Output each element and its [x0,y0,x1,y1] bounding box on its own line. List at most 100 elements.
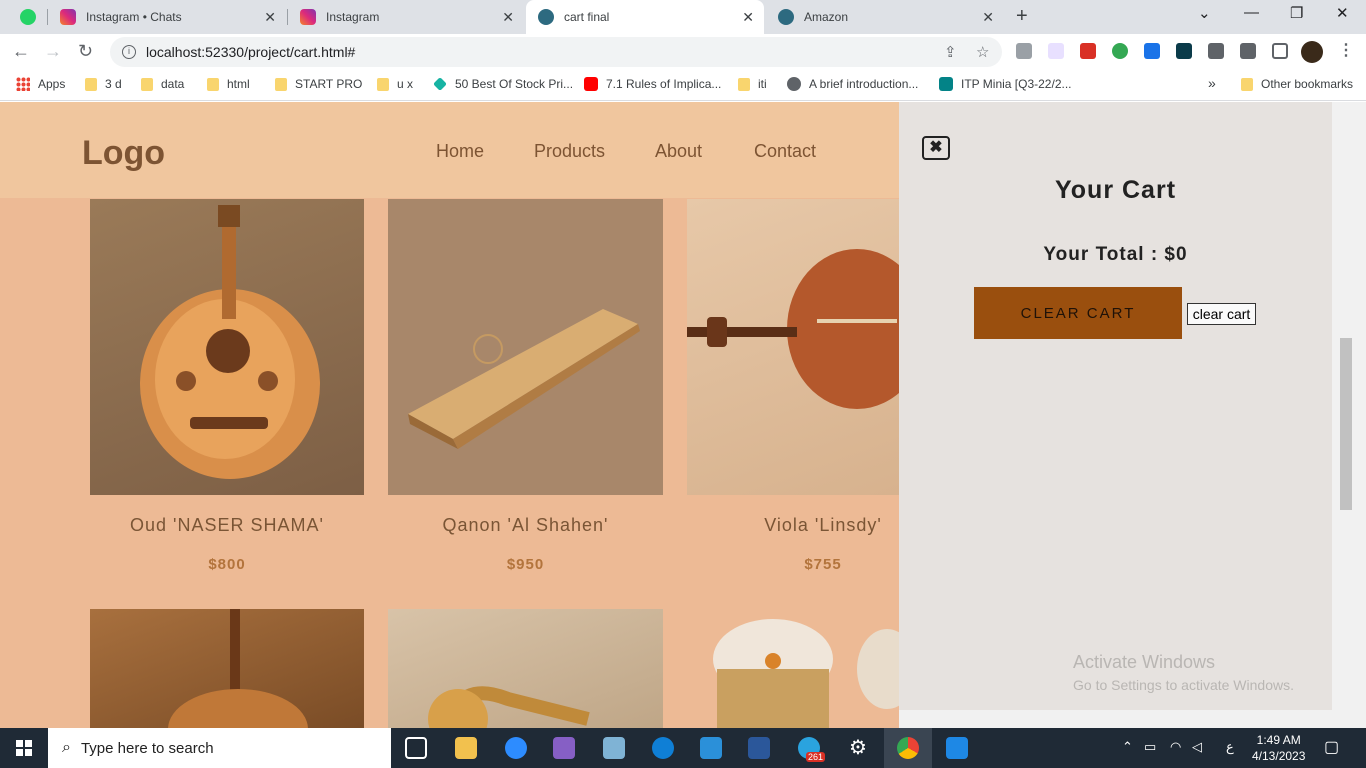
whatsapp-icon [20,9,36,25]
close-icon[interactable]: ✕ [982,9,994,26]
back-arrow-icon[interactable]: ← [12,41,30,62]
settings-gear-icon[interactable]: ⚙ [847,737,869,759]
bookmark-itp-minia[interactable]: ITP Minia [Q3-22/2... [939,77,1072,91]
dark-extension-icon[interactable] [1176,43,1192,59]
tab-title: cart final [564,10,610,24]
bookmark-data[interactable]: data [141,77,184,91]
bookmark-stock-prices[interactable]: 50 Best Of Stock Pri... [433,77,573,91]
visual-studio-icon[interactable] [553,737,575,759]
tab-search-chevron-icon[interactable]: ⌄ [1198,4,1211,22]
bookmark-iti[interactable]: iti [738,77,767,91]
windows-start-icon[interactable] [16,740,32,756]
clear-cart-button[interactable]: CLEAR CART [974,287,1182,339]
product-image-qanon[interactable] [388,199,663,495]
notifications-icon[interactable]: ▢ [1324,737,1339,757]
reload-icon[interactable]: ↻ [78,41,93,62]
tab-instagram[interactable]: Instagram ✕ [288,0,524,34]
vertical-scrollbar[interactable] [1332,102,1366,728]
info-icon[interactable]: i [122,45,136,59]
new-tab-icon[interactable]: + [1016,5,1028,28]
bookmark-ux[interactable]: u x [377,77,413,91]
product-image-trumpet[interactable] [388,609,663,728]
activate-windows-watermark: Activate Windows [1073,652,1216,672]
bookmark-brief-intro[interactable]: A brief introduction... [787,77,918,91]
wifi-icon[interactable]: ◠ [1170,739,1181,755]
bookmark-other[interactable]: Other bookmarks [1241,77,1353,91]
clock[interactable]: 1:49 AM 4/13/2023 [1252,732,1305,764]
avatar[interactable] [1301,41,1323,63]
horizontal-scrollbar[interactable] [899,710,1332,728]
clock-date: 4/13/2023 [1252,749,1306,763]
bookmark-apps[interactable]: Apps [16,77,65,91]
product-title: Oud 'NASER SHAMA' [130,515,324,535]
tab-cart-final[interactable]: cart final ✕ [526,0,764,34]
battery-icon[interactable]: ▭ [1144,739,1156,755]
wave-extension-icon[interactable] [1144,43,1160,59]
taskbar-search[interactable]: ⌕ Type here to search [48,728,391,768]
nav-products[interactable]: Products [534,141,605,162]
volume-icon[interactable]: ◁ [1192,739,1202,755]
side-panel-icon[interactable] [1272,43,1288,59]
minimize-icon[interactable]: — [1244,4,1259,21]
address-bar[interactable]: i localhost:52330/project/cart.html# ⇪ ☆ [110,37,1002,67]
video-extension-icon[interactable] [1080,43,1096,59]
chrome-icon[interactable] [897,737,919,759]
puzzle-icon[interactable] [1208,43,1224,59]
url-text[interactable]: localhost:52330/project/cart.html# [146,44,355,60]
nav-home[interactable]: Home [436,141,484,162]
product-image-viola[interactable] [687,199,899,495]
tab-whatsapp[interactable] [8,0,44,34]
tab-amazon[interactable]: Amazon ✕ [766,0,1004,34]
clear-cart-plain-button[interactable]: clear cart [1187,303,1256,325]
kebab-menu-icon[interactable]: ⋮ [1338,40,1354,60]
folder-icon [207,77,219,91]
chevron-up-icon[interactable]: ⌃ [1122,739,1133,755]
cello-image [168,609,308,728]
bookmark-start-pro[interactable]: START PRO [275,77,362,91]
tab-instagram-chats[interactable]: Instagram • Chats ✕ [48,0,286,34]
folder-icon [85,77,97,91]
camera-extension-icon[interactable] [1016,43,1032,59]
close-icon[interactable]: ✕ [742,9,754,26]
product-image-cello[interactable] [90,609,364,728]
file-explorer-icon[interactable] [455,737,477,759]
vscode-icon[interactable] [700,737,722,759]
bookmark-rules-implication[interactable]: 7.1 Rules of Implica... [584,77,721,91]
close-icon[interactable]: ✕ [502,9,514,26]
b-extension-icon[interactable] [1048,43,1064,59]
notepad-icon[interactable] [603,737,625,759]
close-cart-button[interactable]: ✖ [922,136,950,160]
bookmark-html[interactable]: html [207,77,250,91]
close-window-icon[interactable]: ✕ [1336,4,1349,22]
globe-extension-icon[interactable] [1112,43,1128,59]
bookmarks-overflow[interactable]: » [1208,75,1216,91]
restore-icon[interactable]: ❐ [1290,4,1303,22]
edge-icon[interactable] [652,737,674,759]
site-logo[interactable]: Logo [82,134,165,173]
forward-arrow-icon[interactable]: → [44,41,62,62]
activate-windows-hint: Go to Settings to activate Windows. [1073,677,1294,693]
word-icon[interactable] [748,737,770,759]
tab-title: Amazon [804,10,849,24]
media-player-icon[interactable] [946,737,968,759]
bookmark-3d[interactable]: 3 d [85,77,122,91]
viola-image [687,249,899,409]
media-control-icon[interactable] [1240,43,1256,59]
cart-title: Your Cart [1054,176,1177,204]
instagram-icon [300,9,316,25]
product-image-drums[interactable] [687,609,899,728]
nav-contact[interactable]: Contact [754,141,816,162]
drums-image [713,619,899,728]
close-icon[interactable]: ✕ [264,9,276,26]
nav-about[interactable]: About [655,141,702,162]
product-image-oud[interactable] [90,199,364,495]
scrollbar-thumb[interactable] [1340,338,1352,510]
product-price: $800 [208,556,246,573]
share-icon[interactable]: ⇪ [944,43,957,61]
zoom-icon[interactable] [505,737,527,759]
folder-icon [377,77,389,91]
task-view-icon[interactable] [405,737,427,759]
bookmark-star-icon[interactable]: ☆ [976,43,989,61]
language-indicator[interactable]: ع [1226,739,1234,755]
qanon-image [408,309,640,449]
